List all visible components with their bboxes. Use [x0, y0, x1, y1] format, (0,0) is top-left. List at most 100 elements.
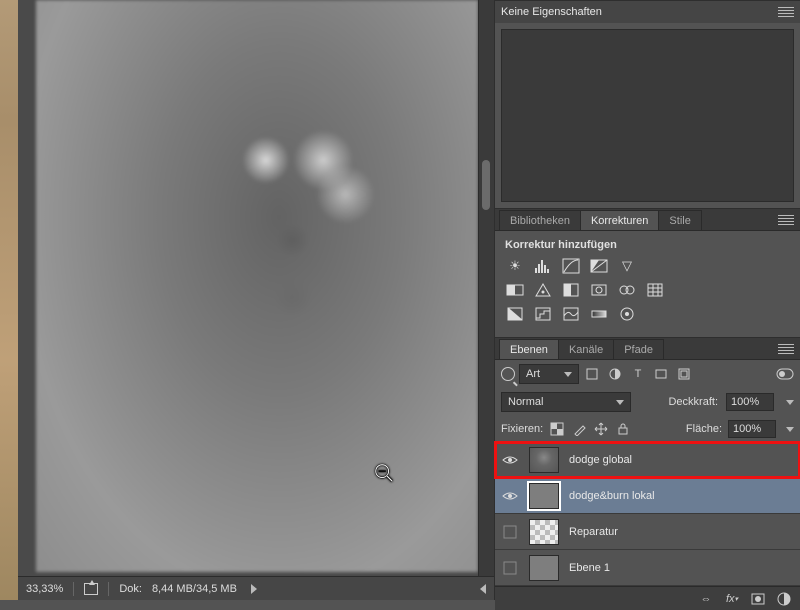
blend-mode-value: Normal	[508, 396, 543, 408]
filter-kind-dropdown[interactable]: Art	[519, 364, 579, 384]
layer-visibility-toggle[interactable]	[501, 451, 519, 469]
lock-row: Fixieren: Fläche: 100%	[495, 416, 800, 442]
scrollbar-thumb[interactable]	[482, 160, 490, 210]
levels-icon[interactable]	[533, 257, 553, 275]
selective-color-icon[interactable]	[617, 305, 637, 323]
canvas-vertical-scrollbar[interactable]	[478, 0, 494, 600]
panel-menu-icon[interactable]	[778, 215, 794, 225]
filter-pixel-icon[interactable]	[583, 365, 601, 383]
fill-input[interactable]: 100%	[728, 420, 776, 438]
curves-icon[interactable]	[561, 257, 581, 275]
adjustments-panel: Bibliotheken Korrekturen Stile Korrektur…	[495, 208, 800, 337]
layer-visibility-toggle[interactable]	[501, 487, 519, 505]
bw-icon[interactable]	[561, 281, 581, 299]
lock-pixels-icon[interactable]	[571, 421, 587, 437]
adjustment-row-2	[505, 281, 790, 299]
adjustments-tabs: Bibliotheken Korrekturen Stile	[495, 209, 800, 231]
filter-kind-label: Art	[526, 368, 540, 380]
layer-visibility-toggle[interactable]	[501, 559, 519, 577]
opacity-input[interactable]: 100%	[726, 393, 774, 411]
lock-transparent-icon[interactable]	[549, 421, 565, 437]
properties-body	[495, 23, 800, 208]
layer-fx-icon[interactable]: fx▾	[724, 591, 740, 607]
layers-panel: Ebenen Kanäle Pfade Art T	[495, 337, 800, 610]
channel-mixer-icon[interactable]	[617, 281, 637, 299]
opacity-value: 100%	[731, 396, 759, 408]
filter-type-icons: T	[583, 365, 693, 383]
export-icon[interactable]	[84, 583, 98, 595]
adjustments-title: Korrektur hinzufügen	[505, 239, 790, 251]
layer-name[interactable]: Ebene 1	[569, 562, 610, 574]
canvas-area[interactable]: 33,33% Dok: 8,44 MB/34,5 MB	[18, 0, 494, 600]
tab-adjustments[interactable]: Korrekturen	[580, 210, 659, 230]
vibrance-icon[interactable]: ▽	[617, 257, 637, 275]
layer-name[interactable]: dodge global	[569, 454, 632, 466]
statusbar-menu-icon[interactable]	[251, 584, 257, 594]
layer-row[interactable]: Reparatur	[495, 514, 800, 550]
filter-search-icon[interactable]	[501, 367, 515, 381]
tab-channels[interactable]: Kanäle	[558, 339, 614, 359]
layer-name[interactable]: Reparatur	[569, 526, 618, 538]
right-panels: Keine Eigenschaften Bibliotheken Korrekt…	[494, 0, 800, 600]
divider	[108, 582, 109, 596]
layer-visibility-toggle[interactable]	[501, 523, 519, 541]
fill-caret-icon[interactable]	[786, 427, 794, 432]
layers-filter-bar: Art T	[495, 360, 800, 388]
tab-libraries[interactable]: Bibliotheken	[499, 210, 581, 230]
threshold-icon[interactable]	[561, 305, 581, 323]
filter-adjust-icon[interactable]	[606, 365, 624, 383]
color-lookup-icon[interactable]	[645, 281, 665, 299]
secondary-document-strip	[0, 0, 18, 600]
layer-list: dodge global dodge&burn lokal Reparatur …	[495, 442, 800, 586]
layer-row[interactable]: dodge&burn lokal	[495, 478, 800, 514]
layer-thumbnail[interactable]	[529, 555, 559, 581]
layer-thumbnail[interactable]	[529, 447, 559, 473]
posterize-icon[interactable]	[533, 305, 553, 323]
caret-down-icon	[616, 400, 624, 405]
filter-smart-icon[interactable]	[675, 365, 693, 383]
properties-title: Keine Eigenschaften	[501, 6, 602, 18]
panel-menu-icon[interactable]	[778, 344, 794, 354]
adjustments-body: Korrektur hinzufügen ☀ ▽	[495, 231, 800, 337]
invert-icon[interactable]	[505, 305, 525, 323]
adjustment-row-3	[505, 305, 790, 323]
hscroll-left-icon[interactable]	[480, 584, 486, 594]
blend-mode-row: Normal Deckkraft: 100%	[495, 388, 800, 416]
filter-toggle-switch[interactable]	[776, 365, 794, 383]
layer-mask-icon[interactable]	[750, 591, 766, 607]
fill-label: Fläche:	[686, 423, 722, 435]
photo-filter-icon[interactable]	[589, 281, 609, 299]
link-layers-icon[interactable]: ⇔	[698, 591, 714, 607]
doc-label: Dok:	[119, 583, 142, 595]
panel-menu-icon[interactable]	[778, 7, 794, 17]
layer-row[interactable]: dodge global	[495, 442, 800, 478]
zoom-level[interactable]: 33,33%	[26, 583, 63, 595]
lock-all-icon[interactable]	[615, 421, 631, 437]
exposure-icon[interactable]	[589, 257, 609, 275]
gradient-map-icon[interactable]	[589, 305, 609, 323]
layers-tabs: Ebenen Kanäle Pfade	[495, 338, 800, 360]
caret-down-icon	[564, 372, 572, 377]
layer-thumbnail[interactable]	[529, 483, 559, 509]
blend-mode-dropdown[interactable]: Normal	[501, 392, 631, 412]
hue-icon[interactable]	[505, 281, 525, 299]
lock-icons	[549, 421, 631, 437]
layers-footer: ⇔ fx▾	[495, 586, 800, 610]
adjustment-layer-icon[interactable]	[776, 591, 792, 607]
opacity-caret-icon[interactable]	[786, 400, 794, 405]
doc-size: 8,44 MB/34,5 MB	[152, 583, 237, 595]
brightness-icon[interactable]: ☀	[505, 257, 525, 275]
layer-thumbnail[interactable]	[529, 519, 559, 545]
filter-shape-icon[interactable]	[652, 365, 670, 383]
properties-panel: Keine Eigenschaften	[495, 0, 800, 208]
color-balance-icon[interactable]	[533, 281, 553, 299]
tab-paths[interactable]: Pfade	[613, 339, 664, 359]
filter-text-icon[interactable]: T	[629, 365, 647, 383]
divider	[73, 582, 74, 596]
layer-row[interactable]: Ebene 1	[495, 550, 800, 586]
layer-name[interactable]: dodge&burn lokal	[569, 490, 655, 502]
fill-value: 100%	[733, 423, 761, 435]
lock-position-icon[interactable]	[593, 421, 609, 437]
tab-layers[interactable]: Ebenen	[499, 339, 559, 359]
tab-styles[interactable]: Stile	[658, 210, 701, 230]
